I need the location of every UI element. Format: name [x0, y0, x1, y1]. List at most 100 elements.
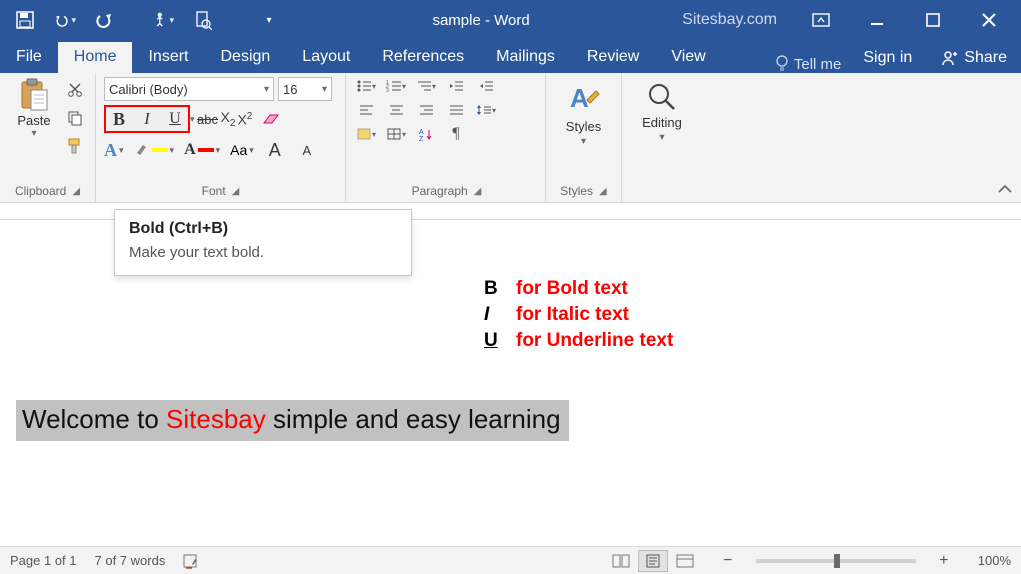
chevron-down-icon[interactable]: ▾ [31, 128, 36, 139]
tab-layout[interactable]: Layout [286, 42, 366, 73]
dialog-launcher-icon[interactable]: ◢ [474, 186, 482, 197]
align-right-icon[interactable] [416, 101, 436, 119]
dialog-launcher-icon[interactable]: ◢ [72, 186, 80, 197]
print-preview-icon[interactable] [192, 9, 214, 31]
ribbon-display-options-icon[interactable] [797, 0, 845, 40]
clear-formatting-icon[interactable] [260, 108, 282, 130]
quick-access-toolbar: ▾ ▾ ▾ [0, 9, 280, 31]
tab-references[interactable]: References [366, 42, 480, 73]
find-icon [646, 81, 678, 113]
zoom-out-button[interactable]: − [718, 552, 738, 570]
redo-icon[interactable] [94, 9, 116, 31]
subscript-button[interactable]: X2 [221, 109, 236, 129]
cut-icon[interactable] [64, 79, 86, 101]
group-paragraph: ▾ 123▾ ▾ ▾ ▾ ▾ AZ ¶ [346, 73, 546, 202]
status-page[interactable]: Page 1 of 1 [10, 553, 77, 568]
zoom-thumb[interactable] [834, 554, 840, 568]
zoom-in-button[interactable]: + [934, 552, 954, 570]
tab-file[interactable]: File [0, 42, 58, 73]
qat-customize-icon[interactable]: ▾ [258, 9, 280, 31]
group-styles: A Styles ▾ Styles ◢ [546, 73, 622, 202]
bullets-icon[interactable]: ▾ [356, 77, 376, 95]
group-clipboard: Paste ▾ Clipboard ◢ [0, 73, 96, 202]
line-spacing-icon[interactable]: ▾ [476, 101, 496, 119]
paste-icon [16, 77, 52, 113]
chevron-down-icon[interactable]: ▾ [581, 136, 586, 147]
bold-button[interactable]: B [108, 108, 130, 130]
maximize-icon[interactable] [909, 0, 957, 40]
legend-u: U [484, 330, 502, 352]
tab-home[interactable]: Home [58, 42, 133, 73]
lightbulb-icon [775, 55, 789, 73]
superscript-button[interactable]: X2 [237, 111, 252, 128]
sel-post: simple and easy learning [266, 404, 561, 434]
group-editing: Editing ▾ [622, 73, 702, 202]
shrink-font-button[interactable]: A [296, 139, 318, 161]
numbering-icon[interactable]: 123▾ [386, 77, 406, 95]
share-button[interactable]: Share [926, 43, 1021, 73]
print-layout-icon[interactable] [638, 550, 668, 572]
grow-font-button[interactable]: A [264, 139, 286, 161]
share-label: Share [964, 49, 1007, 67]
justify-icon[interactable] [446, 101, 466, 119]
show-hide-icon[interactable]: ¶ [446, 125, 466, 143]
tab-view[interactable]: View [655, 42, 721, 73]
tab-mailings[interactable]: Mailings [480, 42, 571, 73]
copy-icon[interactable] [64, 107, 86, 129]
text-effects-button[interactable]: A▾ [104, 140, 124, 161]
format-painter-icon[interactable] [64, 135, 86, 157]
font-color-button[interactable]: A ▾ [184, 141, 220, 159]
zoom-slider[interactable] [756, 559, 916, 563]
borders-icon[interactable]: ▾ [386, 125, 406, 143]
zoom-level[interactable]: 100% [978, 553, 1011, 568]
paste-button[interactable]: Paste ▾ [8, 77, 60, 157]
title-bar: ▾ ▾ ▾ sample - Word Sitesbay.com [0, 0, 1021, 40]
read-mode-icon[interactable] [606, 550, 636, 572]
decrease-indent-icon[interactable] [446, 77, 466, 95]
watermark-text: Sitesbay.com [682, 11, 777, 29]
touch-mode-icon[interactable]: ▾ [152, 9, 174, 31]
sign-in-button[interactable]: Sign in [849, 43, 926, 73]
legend-b: B [484, 278, 502, 300]
ribbon-tabs: File Home Insert Design Layout Reference… [0, 40, 1021, 73]
collapse-ribbon-icon[interactable] [997, 184, 1013, 196]
legend-u-text: for Underline text [516, 330, 673, 352]
multilevel-list-icon[interactable]: ▾ [416, 77, 436, 95]
minimize-icon[interactable] [853, 0, 901, 40]
tab-review[interactable]: Review [571, 42, 655, 73]
increase-indent-icon[interactable] [476, 77, 496, 95]
chevron-down-icon[interactable]: ▾ [190, 114, 195, 125]
italic-button[interactable]: I [136, 108, 158, 130]
dialog-launcher-icon[interactable]: ◢ [599, 186, 607, 197]
editing-button[interactable]: Editing ▾ [642, 77, 682, 143]
font-size-combo[interactable]: 16▾ [278, 77, 332, 101]
align-left-icon[interactable] [356, 101, 376, 119]
status-words[interactable]: 7 of 7 words [95, 553, 166, 568]
tell-me-search[interactable]: Tell me [767, 55, 850, 73]
change-case-button[interactable]: Aa▾ [230, 142, 254, 158]
sort-icon[interactable]: AZ [416, 125, 436, 143]
editing-label: Editing [642, 115, 682, 130]
dialog-launcher-icon[interactable]: ◢ [232, 186, 240, 197]
svg-text:Z: Z [419, 136, 424, 141]
web-layout-icon[interactable] [670, 550, 700, 572]
selected-text[interactable]: Welcome to Sitesbay simple and easy lear… [16, 400, 569, 441]
font-name-value: Calibri (Body) [109, 82, 188, 97]
shading-icon[interactable]: ▾ [356, 125, 376, 143]
font-name-combo[interactable]: Calibri (Body)▾ [104, 77, 274, 101]
styles-button[interactable]: A Styles ▾ [566, 77, 602, 147]
tab-insert[interactable]: Insert [132, 42, 204, 73]
underline-button[interactable]: U [164, 108, 186, 130]
strikethrough-button[interactable]: abc [197, 108, 219, 130]
tooltip-body: Make your text bold. [129, 244, 397, 261]
align-center-icon[interactable] [386, 101, 406, 119]
proofing-icon[interactable] [183, 553, 201, 569]
chevron-down-icon[interactable]: ▾ [659, 132, 664, 143]
tab-design[interactable]: Design [204, 42, 286, 73]
undo-icon[interactable]: ▾ [54, 9, 76, 31]
close-icon[interactable] [965, 0, 1013, 40]
sel-pre: Welcome to [22, 404, 166, 434]
highlight-color-button[interactable]: ▾ [134, 142, 175, 158]
bold-italic-underline-highlight: B I U [104, 105, 190, 133]
save-icon[interactable] [14, 9, 36, 31]
